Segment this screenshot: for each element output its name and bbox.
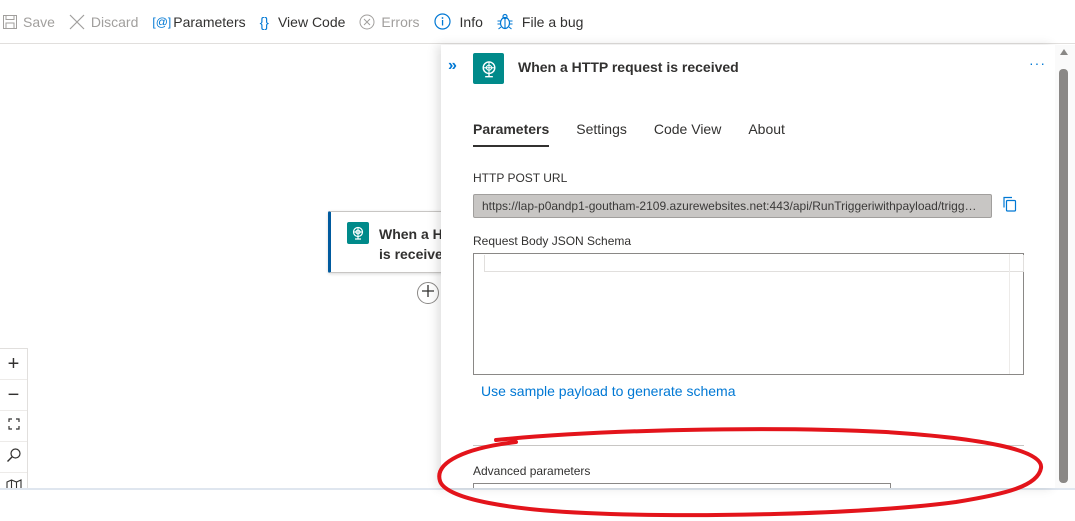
file-bug-button[interactable]: File a bug [497, 0, 583, 44]
tab-about[interactable]: About [748, 121, 785, 147]
panel-scrollbar[interactable] [1055, 45, 1075, 488]
schema-editor-scrollbar[interactable] [1009, 254, 1023, 374]
parameters-label: Parameters [173, 13, 246, 30]
panel-title[interactable]: When a HTTP request is received [518, 59, 739, 75]
discard-label: Discard [90, 13, 139, 30]
tab-parameters[interactable]: Parameters [473, 121, 550, 147]
tab-code-view[interactable]: Code View [654, 121, 721, 147]
designer-toolbar: Save Discard [@] Parameters {} View Code… [0, 0, 1075, 44]
save-button[interactable]: Save [3, 0, 55, 44]
http-request-icon [347, 222, 369, 244]
zoom-out-button[interactable]: − [0, 380, 27, 411]
panel-tabs: Parameters Settings Code View About [473, 121, 812, 147]
fit-view-button[interactable] [0, 411, 27, 442]
zoom-in-icon: + [7, 352, 20, 375]
view-code-button[interactable]: {} View Code [260, 0, 346, 44]
section-divider [473, 445, 1024, 446]
info-button[interactable]: Info [433, 0, 483, 44]
errors-button[interactable]: Errors [359, 0, 420, 44]
parameters-button[interactable]: [@] Parameters [152, 0, 245, 44]
search-icon [6, 447, 22, 468]
sample-payload-link[interactable]: Use sample payload to generate schema [481, 383, 735, 399]
copy-icon [1002, 196, 1017, 217]
collapse-panel-button[interactable]: » [448, 57, 457, 75]
http-post-url-field[interactable]: https://lap-p0andp1-goutham-2109.azurewe… [473, 194, 992, 218]
advanced-parameters-label: Advanced parameters [473, 464, 591, 478]
close-icon [69, 14, 85, 30]
bottom-status-strip [0, 488, 1075, 521]
search-button[interactable] [0, 442, 27, 473]
errors-label: Errors [381, 13, 420, 30]
panel-header: » When a HTTP request is received ··· [441, 45, 1055, 91]
zoom-in-button[interactable]: + [0, 349, 27, 380]
parameters-icon: [@] [152, 14, 172, 29]
advanced-parameters-dropdown[interactable] [473, 483, 891, 488]
more-options-button[interactable]: ··· [1029, 55, 1046, 71]
bug-icon [497, 13, 513, 30]
trigger-node-card[interactable]: When a HTTP request is received [328, 211, 458, 273]
info-icon [433, 13, 451, 30]
copy-url-button[interactable] [1000, 196, 1018, 217]
http-post-url-label: HTTP POST URL [473, 171, 568, 185]
code-braces-icon: {} [259, 13, 269, 30]
schema-label: Request Body JSON Schema [473, 234, 632, 248]
canvas-zoom-controls: + − [0, 348, 28, 490]
file-bug-label: File a bug [521, 13, 584, 30]
zoom-out-icon: − [7, 383, 20, 406]
view-code-label: View Code [277, 13, 346, 30]
add-step-button[interactable] [417, 282, 439, 304]
panel-scrollbar-thumb[interactable] [1059, 69, 1068, 483]
plus-icon [421, 284, 435, 303]
schema-editor[interactable] [473, 253, 1024, 375]
error-circle-icon [359, 14, 375, 30]
tab-settings[interactable]: Settings [576, 121, 627, 147]
discard-button[interactable]: Discard [69, 0, 138, 44]
info-label: Info [459, 13, 483, 30]
fit-view-icon [7, 417, 20, 435]
save-icon [3, 14, 17, 29]
action-details-panel: » When a HTTP request is received ··· Pa… [441, 45, 1055, 488]
schema-editor-line [484, 255, 1024, 272]
http-request-icon [473, 53, 504, 84]
scroll-up-arrow-icon[interactable] [1060, 49, 1068, 55]
save-label: Save [23, 13, 55, 30]
